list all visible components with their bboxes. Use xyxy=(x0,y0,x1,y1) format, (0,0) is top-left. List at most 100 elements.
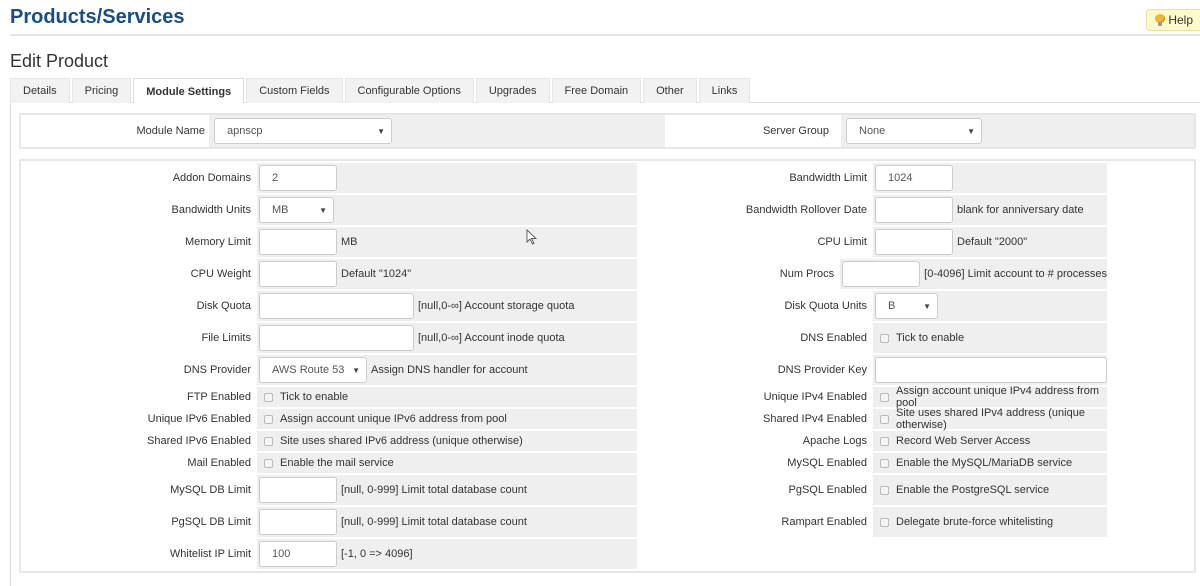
shared-ipv4-checkbox[interactable] xyxy=(880,414,889,424)
mysql-db-limit-input[interactable] xyxy=(259,477,337,503)
bandwidth-limit-cell xyxy=(873,163,1107,193)
field-row: FTP Enabled Tick to enable xyxy=(21,387,637,407)
field-row: DNS Provider AWS Route 53 ▼ Assign DNS h… xyxy=(21,355,637,385)
file-limits-input[interactable] xyxy=(259,325,414,351)
disk-quota-units-label: Disk Quota Units xyxy=(784,300,867,312)
chevron-down-icon: ▼ xyxy=(377,126,385,136)
server-group-cell: None ▼ xyxy=(841,115,1194,147)
tab-custom-fields[interactable]: Custom Fields xyxy=(246,78,343,103)
bandwidth-units-select[interactable]: MB ▼ xyxy=(259,197,334,223)
whitelist-ip-limit-input[interactable] xyxy=(259,541,337,567)
field-row: Unique IPv6 Enabled Assign account uniqu… xyxy=(21,409,637,429)
file-limits-hint: [null,0-∞] Account inode quota xyxy=(418,332,565,344)
tab-module-settings[interactable]: Module Settings xyxy=(133,78,245,104)
pgsql-enabled-hint: Enable the PostgreSQL service xyxy=(896,484,1050,496)
rampart-enabled-checkbox[interactable] xyxy=(880,517,889,527)
pgsql-db-limit-input[interactable] xyxy=(259,509,337,535)
cpu-weight-input[interactable] xyxy=(259,261,337,287)
file-limits-cell: [null,0-∞] Account inode quota xyxy=(257,323,637,353)
chevron-down-icon: ▼ xyxy=(923,301,931,311)
dns-provider-cell: AWS Route 53 ▼ Assign DNS handler for ac… xyxy=(257,355,637,385)
bandwidth-limit-input[interactable] xyxy=(875,165,953,191)
unique-ipv4-checkbox[interactable] xyxy=(880,392,889,402)
unique-ipv6-checkbox[interactable] xyxy=(264,414,273,424)
server-group-value: None xyxy=(859,125,886,137)
disk-quota-input[interactable] xyxy=(259,293,414,319)
memory-limit-cell: MB xyxy=(257,227,637,257)
shared-ipv4-cell: Site uses shared IPv4 address (unique ot… xyxy=(873,407,1107,431)
tab-links[interactable]: Links xyxy=(698,78,751,103)
mail-enabled-checkbox[interactable] xyxy=(264,458,273,468)
bandwidth-rollover-hint: blank for anniversary date xyxy=(957,204,1084,216)
module-fields-box: Addon Domains Bandwidth Units MB ▼ Memor… xyxy=(19,159,1196,573)
pgsql-enabled-checkbox[interactable] xyxy=(880,485,889,495)
mail-enabled-label: Mail Enabled xyxy=(187,457,251,469)
section-title: Edit Product xyxy=(10,51,109,71)
cpu-limit-input[interactable] xyxy=(875,229,953,255)
field-row: Whitelist IP Limit [-1, 0 => 4096] xyxy=(21,539,637,569)
tab-upgrades[interactable]: Upgrades xyxy=(475,78,550,103)
whitelist-ip-limit-cell: [-1, 0 => 4096] xyxy=(257,539,637,569)
field-row: Unique IPv4 Enabled Assign account uniqu… xyxy=(637,385,1107,409)
dns-provider-hint: Assign DNS handler for account xyxy=(371,364,528,376)
shared-ipv4-hint: Site uses shared IPv4 address (unique ot… xyxy=(896,407,1085,431)
field-row: Bandwidth Limit xyxy=(637,163,1107,193)
module-name-label: Module Name xyxy=(136,125,205,137)
server-group-label: Server Group xyxy=(665,115,837,147)
tab-configurable-options[interactable]: Configurable Options xyxy=(344,78,474,103)
bandwidth-rollover-cell: blank for anniversary date xyxy=(873,195,1107,225)
field-row: Addon Domains xyxy=(21,163,637,193)
mysql-db-limit-label: MySQL DB Limit xyxy=(170,484,251,496)
disk-quota-label: Disk Quota xyxy=(196,300,251,312)
addon-domains-cell xyxy=(257,163,637,193)
disk-quota-units-select[interactable]: B ▼ xyxy=(875,293,938,319)
page-title: Products/Services xyxy=(10,6,185,28)
num-procs-cell: [0-4096] Limit account to # processes xyxy=(840,259,1107,289)
tab-other[interactable]: Other xyxy=(643,78,697,103)
tab-pricing[interactable]: Pricing xyxy=(71,78,132,103)
disk-quota-units-cell: B ▼ xyxy=(873,291,1107,321)
mysql-db-limit-cell: [null, 0-999] Limit total database count xyxy=(257,475,637,505)
ftp-enabled-checkbox[interactable] xyxy=(264,392,273,402)
shared-ipv6-cell: Site uses shared IPv6 address (unique ot… xyxy=(257,431,637,451)
mysql-enabled-cell: Enable the MySQL/MariaDB service xyxy=(873,453,1107,473)
dns-enabled-cell: Tick to enable xyxy=(873,323,1107,353)
disk-quota-hint: [null,0-∞] Account storage quota xyxy=(418,300,575,312)
memory-limit-input[interactable] xyxy=(259,229,337,255)
help-label: Help xyxy=(1168,13,1193,27)
disk-quota-cell: [null,0-∞] Account storage quota xyxy=(257,291,637,321)
bandwidth-rollover-input[interactable] xyxy=(875,197,953,223)
left-column: Addon Domains Bandwidth Units MB ▼ Memor… xyxy=(21,163,637,571)
field-row: MySQL Enabled Enable the MySQL/MariaDB s… xyxy=(637,453,1107,473)
chevron-down-icon: ▼ xyxy=(352,365,360,375)
dns-provider-key-input[interactable] xyxy=(875,357,1107,383)
help-button[interactable]: Help xyxy=(1146,9,1200,31)
addon-domains-label: Addon Domains xyxy=(172,172,251,184)
rampart-enabled-label: Rampart Enabled xyxy=(781,516,867,528)
field-row: PgSQL Enabled Enable the PostgreSQL serv… xyxy=(637,475,1107,505)
field-row: Shared IPv4 Enabled Site uses shared IPv… xyxy=(637,407,1107,431)
dns-provider-select[interactable]: AWS Route 53 ▼ xyxy=(259,357,367,383)
cpu-limit-cell: Default "2000" xyxy=(873,227,1107,257)
mysql-enabled-hint: Enable the MySQL/MariaDB service xyxy=(896,457,1073,469)
memory-limit-hint: MB xyxy=(341,236,358,248)
module-name-value: apnscp xyxy=(227,125,263,137)
tab-free-domain[interactable]: Free Domain xyxy=(551,78,642,103)
shared-ipv6-checkbox[interactable] xyxy=(264,436,273,446)
server-group-select[interactable]: None ▼ xyxy=(846,118,982,144)
num-procs-label: Num Procs xyxy=(779,268,835,280)
pgsql-db-limit-hint: [null, 0-999] Limit total database count xyxy=(341,516,527,528)
addon-domains-input[interactable] xyxy=(259,165,337,191)
unique-ipv6-hint: Assign account unique IPv6 address from … xyxy=(280,413,507,425)
num-procs-input[interactable] xyxy=(842,261,921,287)
module-name-select[interactable]: apnscp ▼ xyxy=(214,118,392,144)
right-column: Bandwidth Limit Bandwidth Rollover Date … xyxy=(637,163,1107,539)
mail-enabled-cell: Enable the mail service xyxy=(257,453,637,473)
field-row: PgSQL DB Limit [null, 0-999] Limit total… xyxy=(21,507,637,537)
mysql-enabled-checkbox[interactable] xyxy=(880,458,889,468)
dns-enabled-checkbox[interactable] xyxy=(880,333,889,343)
tab-details[interactable]: Details xyxy=(10,78,70,103)
bandwidth-units-cell: MB ▼ xyxy=(257,195,637,225)
apache-logs-cell: Record Web Server Access xyxy=(873,431,1107,451)
apache-logs-checkbox[interactable] xyxy=(880,436,889,446)
